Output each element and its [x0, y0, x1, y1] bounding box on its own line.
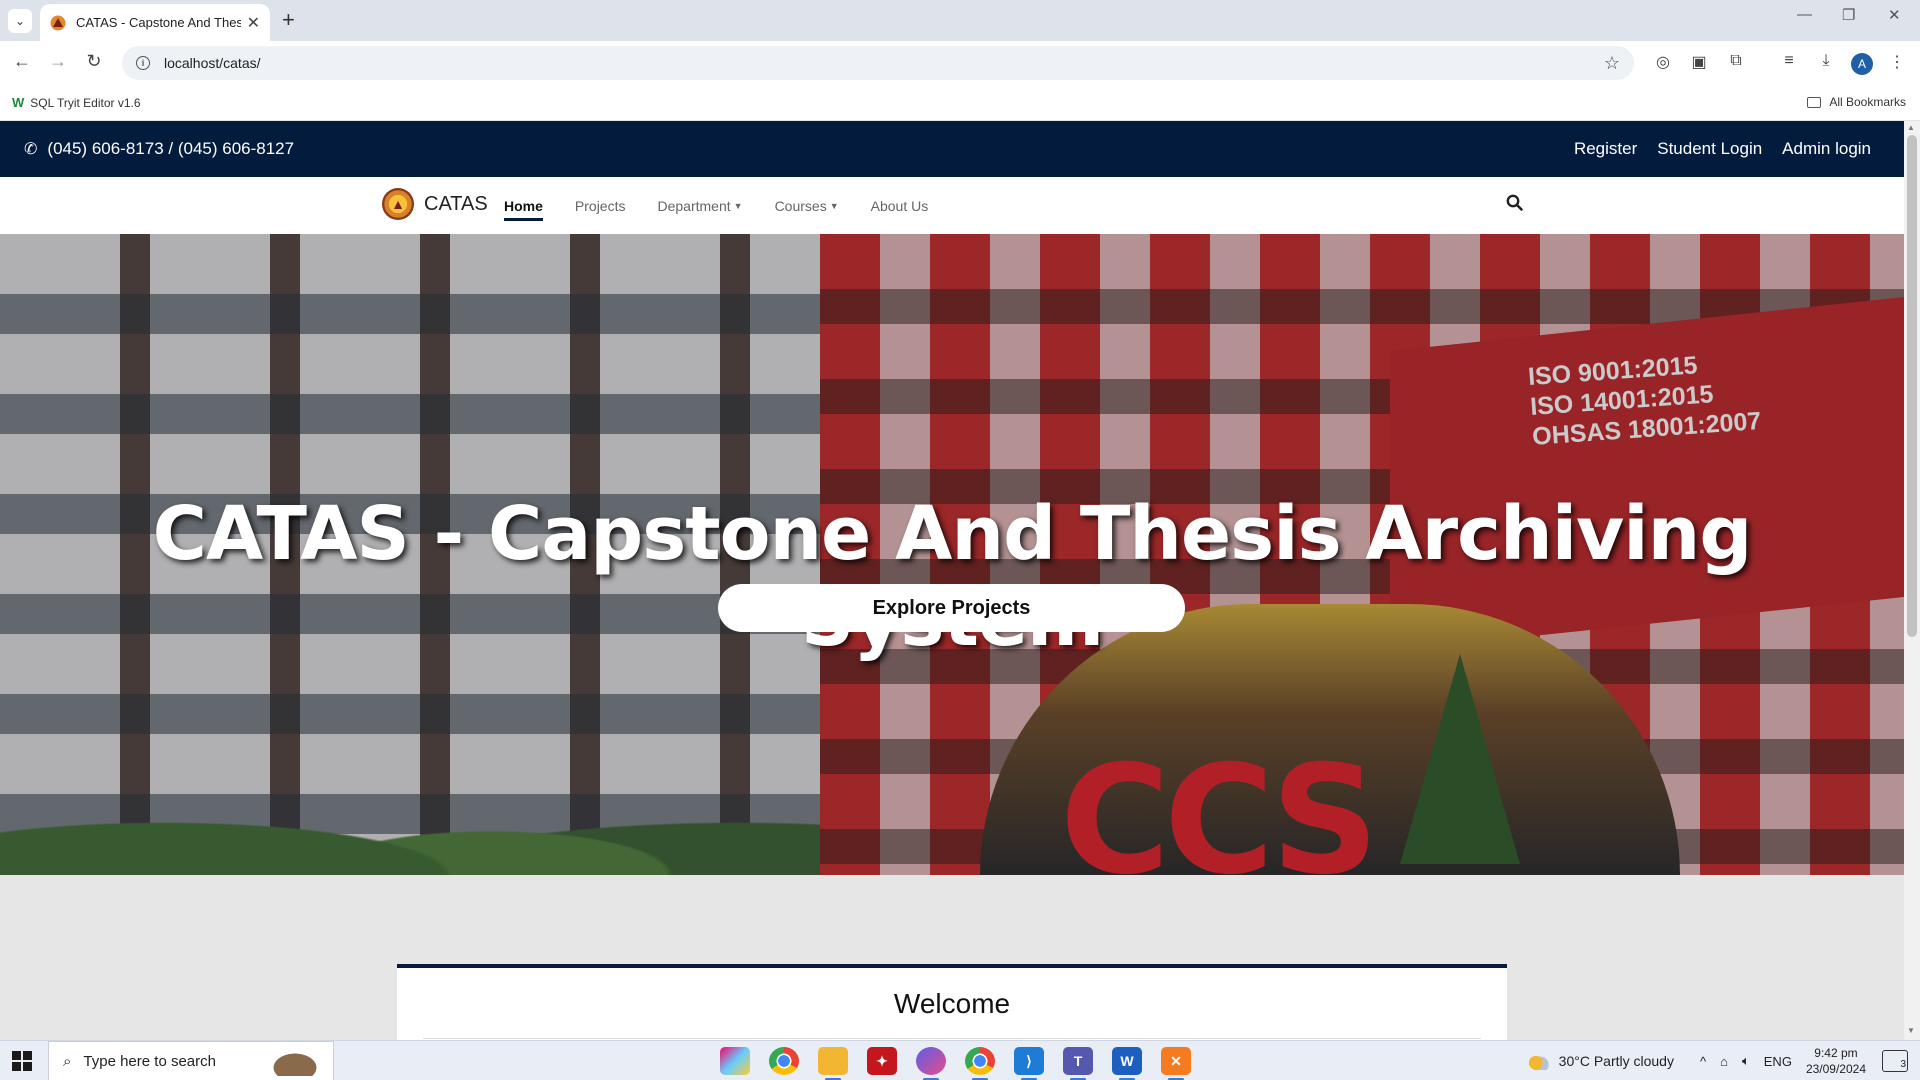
- copilot-icon[interactable]: [720, 1047, 750, 1075]
- phone-numbers: (045) 606-8173 / (045) 606-8127: [47, 139, 295, 158]
- vscode-icon[interactable]: ⟩: [1014, 1047, 1044, 1080]
- network-icon[interactable]: ⌂: [1720, 1054, 1728, 1069]
- browser-tab[interactable]: CATAS - Capstone And Thesis A ✕: [40, 4, 270, 41]
- extension-icon[interactable]: ▣: [1688, 52, 1710, 72]
- account-links: Register Student Login Admin login: [1574, 139, 1871, 159]
- page-viewport: ✆ (045) 606-8173 / (045) 606-8127 Regist…: [0, 121, 1904, 1040]
- hero-banner: ISO 9001:2015 ISO 14001:2015 OHSAS 18001…: [0, 234, 1904, 875]
- volume-icon[interactable]: 🔈︎: [1742, 1053, 1750, 1069]
- nav-department-dropdown[interactable]: Department ▼: [657, 198, 742, 214]
- student-login-link[interactable]: Student Login: [1657, 139, 1762, 159]
- language-indicator[interactable]: ENG: [1764, 1054, 1792, 1069]
- taskbar-search-placeholder: Type here to search: [83, 1052, 216, 1070]
- bookmark-star-icon[interactable]: ☆: [1604, 53, 1620, 74]
- scroll-down-icon[interactable]: ▼: [1907, 1026, 1915, 1035]
- search-highlight-icon: [265, 1048, 325, 1076]
- forward-icon[interactable]: →: [46, 51, 70, 72]
- brand[interactable]: ▲ CATAS: [382, 188, 488, 220]
- windows-taskbar: ⌕ Type here to search ✦ ⟩ T W ✕ 30°C Par…: [0, 1040, 1920, 1080]
- google-lens-icon[interactable]: ◎: [1652, 52, 1674, 72]
- time: 9:42 pm: [1814, 1046, 1858, 1060]
- bookmark-label: SQL Tryit Editor v1.6: [30, 95, 141, 110]
- contact-topbar: ✆ (045) 606-8173 / (045) 606-8127 Regist…: [0, 121, 1904, 177]
- clock[interactable]: 9:42 pm 23/09/2024: [1806, 1045, 1866, 1077]
- brand-name: CATAS: [424, 192, 488, 215]
- site-info-icon[interactable]: i: [136, 56, 150, 70]
- chevron-up-icon[interactable]: ^: [1700, 1054, 1706, 1069]
- chrome-icon[interactable]: [769, 1047, 799, 1075]
- downloads-icon[interactable]: ⤓: [1815, 52, 1837, 70]
- menu-kebab-icon[interactable]: ⋮: [1886, 52, 1908, 72]
- word-icon[interactable]: W: [1112, 1047, 1142, 1080]
- site-favicon-icon: [50, 15, 66, 30]
- search-icon: ⌕: [63, 1052, 72, 1070]
- minimize-icon[interactable]: —: [1797, 6, 1812, 23]
- divider: [423, 1038, 1481, 1039]
- hero-title: CATAS - Capstone And Thesis Archiving Sy…: [152, 491, 1753, 663]
- caret-down-icon: ▼: [829, 201, 839, 211]
- app-icon[interactable]: [916, 1047, 946, 1080]
- file-explorer-icon[interactable]: [818, 1047, 848, 1080]
- weather-widget[interactable]: 30°C Partly cloudy: [1526, 1052, 1674, 1070]
- folder-icon: [1807, 96, 1822, 108]
- app-icon[interactable]: ✦: [867, 1047, 897, 1075]
- main-navbar: ▲ CATAS Home Projects Department ▼ Cours…: [0, 177, 1904, 234]
- tab-search-chevron-icon[interactable]: ⌄: [8, 9, 32, 33]
- taskbar-search[interactable]: ⌕ Type here to search: [48, 1041, 334, 1080]
- notification-center-icon[interactable]: 3: [1882, 1050, 1908, 1072]
- scroll-up-icon[interactable]: ▲: [1907, 123, 1915, 132]
- welcome-card: Welcome: [397, 964, 1507, 1040]
- nav-courses-dropdown[interactable]: Courses ▼: [775, 198, 839, 214]
- restore-icon[interactable]: ❐: [1842, 6, 1855, 24]
- bookmarks-bar: W SQL Tryit Editor v1.6 All Bookmarks: [0, 85, 1920, 121]
- reload-icon[interactable]: ↻: [82, 51, 106, 72]
- nav-department-label: Department: [657, 198, 731, 214]
- url-text: localhost/catas/: [164, 55, 261, 71]
- address-bar[interactable]: i localhost/catas/ ☆: [122, 46, 1634, 80]
- pinned-apps: ✦ ⟩ T W ✕: [720, 1047, 1191, 1080]
- welcome-heading: Welcome: [893, 988, 1011, 1019]
- caret-down-icon: ▼: [733, 201, 743, 211]
- system-tray: 30°C Partly cloudy ^ ⌂ 🔈︎ ENG 9:42 pm 23…: [1526, 1041, 1920, 1080]
- nav-courses-label: Courses: [774, 198, 827, 214]
- date: 23/09/2024: [1805, 1062, 1866, 1076]
- phone-icon: ✆: [24, 141, 38, 158]
- close-tab-icon[interactable]: ✕: [247, 13, 260, 33]
- all-bookmarks-label: All Bookmarks: [1829, 95, 1906, 109]
- phone-contact: ✆ (045) 606-8173 / (045) 606-8127: [24, 139, 294, 159]
- weather-text: 30°C Partly cloudy: [1558, 1053, 1674, 1069]
- search-icon[interactable]: [1506, 194, 1523, 211]
- w3schools-icon: W: [12, 95, 25, 110]
- register-link[interactable]: Register: [1574, 139, 1637, 159]
- admin-login-link[interactable]: Admin login: [1782, 139, 1871, 159]
- extensions-puzzle-icon[interactable]: ⧉: [1725, 52, 1747, 70]
- tab-title: CATAS - Capstone And Thesis A: [76, 15, 241, 30]
- all-bookmarks-button[interactable]: All Bookmarks: [1807, 95, 1906, 109]
- page-scrollbar[interactable]: ▲ ▼: [1904, 121, 1920, 1040]
- media-control-icon[interactable]: ≡: [1778, 52, 1800, 70]
- xampp-icon[interactable]: ✕: [1161, 1047, 1191, 1080]
- new-tab-icon[interactable]: +: [282, 8, 295, 32]
- chrome-icon[interactable]: [965, 1047, 995, 1080]
- nav-links: Home Projects Department ▼ Courses ▼ Abo…: [504, 198, 960, 221]
- scrollbar-thumb[interactable]: [1907, 135, 1917, 637]
- bookmark-sql-tryit[interactable]: W SQL Tryit Editor v1.6: [12, 95, 141, 110]
- back-icon[interactable]: ←: [10, 51, 34, 72]
- explore-projects-button[interactable]: Explore Projects: [718, 584, 1185, 632]
- browser-tab-strip: ⌄ CATAS - Capstone And Thesis A ✕ + — ❐ …: [0, 0, 1920, 41]
- close-window-icon[interactable]: ✕: [1888, 6, 1901, 24]
- notification-count: 3: [1900, 1059, 1906, 1070]
- profile-avatar[interactable]: A: [1851, 53, 1873, 75]
- browser-toolbar: ← → ↻ i localhost/catas/ ☆ ◎ ▣ ⧉ ≡ ⤓ ⋮: [0, 41, 1920, 85]
- nav-home[interactable]: Home: [504, 198, 543, 221]
- partly-cloudy-icon: [1526, 1052, 1549, 1070]
- nav-projects[interactable]: Projects: [575, 198, 626, 214]
- catas-logo-icon: ▲: [382, 188, 414, 220]
- teams-icon[interactable]: T: [1063, 1047, 1093, 1080]
- windows-start-icon[interactable]: [12, 1051, 32, 1071]
- nav-about[interactable]: About Us: [871, 198, 929, 214]
